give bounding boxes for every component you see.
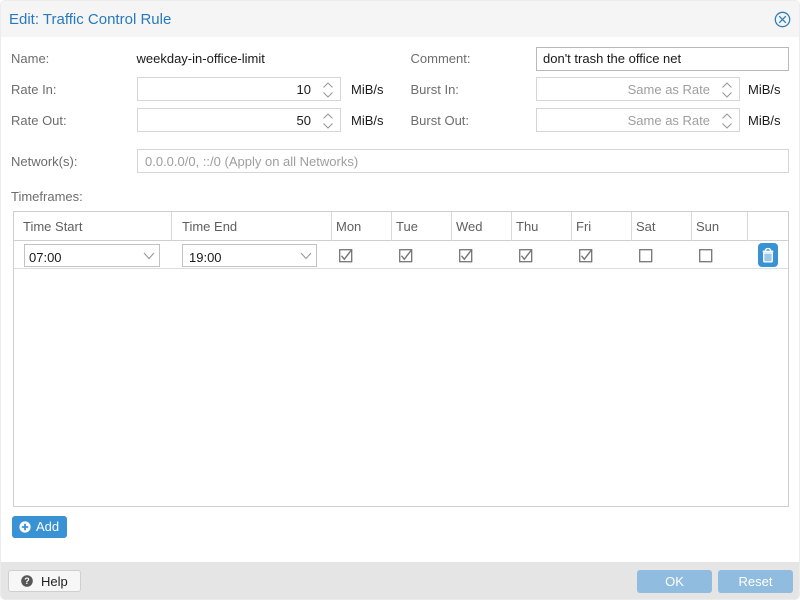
svg-text:?: ? [24, 576, 30, 586]
